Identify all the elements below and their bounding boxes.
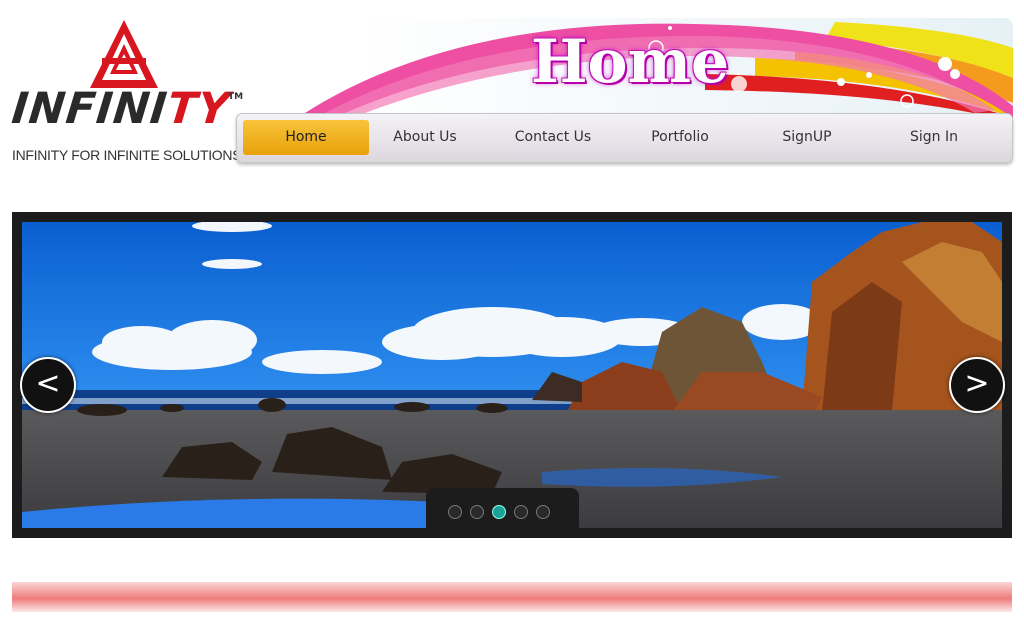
image-slider: < > xyxy=(12,212,1012,538)
section-divider-bar xyxy=(12,582,1012,612)
nav-item-portfolio[interactable]: Portfolio xyxy=(617,120,743,155)
slide-image xyxy=(22,222,1002,528)
logo-tagline: INFINITY FOR INFINITE SOLUTIONS xyxy=(12,147,242,163)
logo-wordmark: INFINITY xyxy=(9,84,233,134)
page-title: Home xyxy=(530,27,730,97)
chevron-left-icon: < xyxy=(35,366,61,401)
slider-dot-5[interactable] xyxy=(536,505,550,519)
slider-prev-button[interactable]: < xyxy=(20,357,76,413)
slider-pagination xyxy=(426,488,579,528)
nav-item-sign-in[interactable]: Sign In xyxy=(871,120,997,155)
nav-item-about-us[interactable]: About Us xyxy=(362,120,488,155)
logo[interactable]: INFINITY TM INFINITY FOR INFINITE SOLUTI… xyxy=(9,18,243,168)
slider-dot-2[interactable] xyxy=(470,505,484,519)
slider-dot-3[interactable] xyxy=(492,505,506,519)
slider-next-button[interactable]: > xyxy=(949,357,1005,413)
nav-item-home[interactable]: Home xyxy=(243,120,369,155)
slider-dot-1[interactable] xyxy=(448,505,462,519)
nav-item-signup[interactable]: SignUP xyxy=(744,120,870,155)
main-nav: Home About Us Contact Us Portfolio SignU… xyxy=(236,113,1013,163)
chevron-right-icon: > xyxy=(964,366,990,401)
slider-dot-4[interactable] xyxy=(514,505,528,519)
beach-scene-image xyxy=(22,222,1002,528)
infinity-logo-mark-icon xyxy=(90,20,158,88)
nav-item-contact-us[interactable]: Contact Us xyxy=(490,120,616,155)
